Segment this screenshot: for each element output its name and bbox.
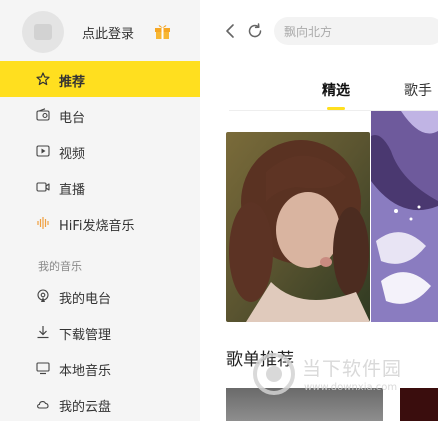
avatar[interactable]: [22, 11, 64, 53]
sidebar-item-cloud[interactable]: 我的云盘: [0, 386, 200, 421]
tab-featured[interactable]: 精选: [322, 80, 350, 100]
sidebar-item-recommend[interactable]: 推荐: [0, 61, 200, 97]
sidebar-item-live[interactable]: 直播: [0, 169, 200, 205]
sidebar-item-hifi[interactable]: HiFi发烧音乐: [0, 205, 200, 241]
sidebar-item-label: HiFi发烧音乐: [59, 219, 135, 234]
cloud-icon: [37, 401, 49, 409]
podcast-icon: [37, 289, 49, 302]
camera-icon: [36, 182, 50, 192]
tab-singers[interactable]: 歌手: [404, 80, 432, 100]
tab-bar: 精选 歌手: [200, 62, 438, 112]
watermark-logo-icon: [253, 353, 295, 395]
watermark: 当下软件园 www.downxia.com: [252, 352, 438, 402]
monitor-icon: [36, 362, 50, 375]
soundwave-icon: [37, 217, 49, 229]
back-icon[interactable]: [223, 23, 237, 39]
search-input[interactable]: 飘向北方: [274, 17, 438, 45]
refresh-icon[interactable]: [247, 23, 263, 39]
video-icon: [36, 145, 50, 157]
sidebar-item-radio[interactable]: 电台: [0, 97, 200, 133]
avatar-placeholder-icon: [34, 24, 52, 40]
sidebar-item-label: 直播: [59, 183, 86, 198]
sidebar-item-label: 下载管理: [59, 328, 112, 343]
banner-card-portrait[interactable]: [226, 132, 370, 322]
sidebar-item-label: 我的电台: [59, 292, 112, 307]
sidebar-item-my-radio[interactable]: 我的电台: [0, 278, 200, 314]
sidebar-item-label: 推荐: [59, 75, 86, 90]
sidebar-item-local-music[interactable]: 本地音乐: [0, 350, 200, 386]
banner-card-anime[interactable]: [371, 111, 438, 322]
sidebar-item-label: 视频: [59, 147, 86, 162]
search-placeholder: 飘向北方: [284, 25, 333, 39]
my-music-section-label: 我的音乐: [38, 260, 82, 273]
anime-image: [371, 111, 438, 322]
sidebar-item-label: 我的云盘: [59, 400, 112, 415]
top-bar: 飘向北方: [200, 0, 438, 62]
user-login-row[interactable]: 点此登录: [0, 0, 200, 64]
watermark-subtitle: www.downxia.com: [304, 382, 398, 393]
sidebar-item-video[interactable]: 视频: [0, 133, 200, 169]
sidebar-item-downloads[interactable]: 下载管理: [0, 314, 200, 350]
download-icon: [37, 326, 49, 339]
sidebar-item-label: 本地音乐: [59, 364, 112, 379]
portrait-image: [226, 132, 370, 322]
login-link[interactable]: 点此登录: [82, 23, 134, 42]
star-icon: [36, 72, 50, 86]
sidebar-item-label: 电台: [59, 111, 86, 126]
sidebar: 点此登录 推荐 电台 视频 直播 HiFi发烧音乐 我的音乐 我的电台 下载管理…: [0, 0, 200, 421]
watermark-title: 当下软件园: [302, 358, 403, 380]
gift-icon[interactable]: [154, 23, 171, 39]
radio-icon: [36, 108, 50, 121]
